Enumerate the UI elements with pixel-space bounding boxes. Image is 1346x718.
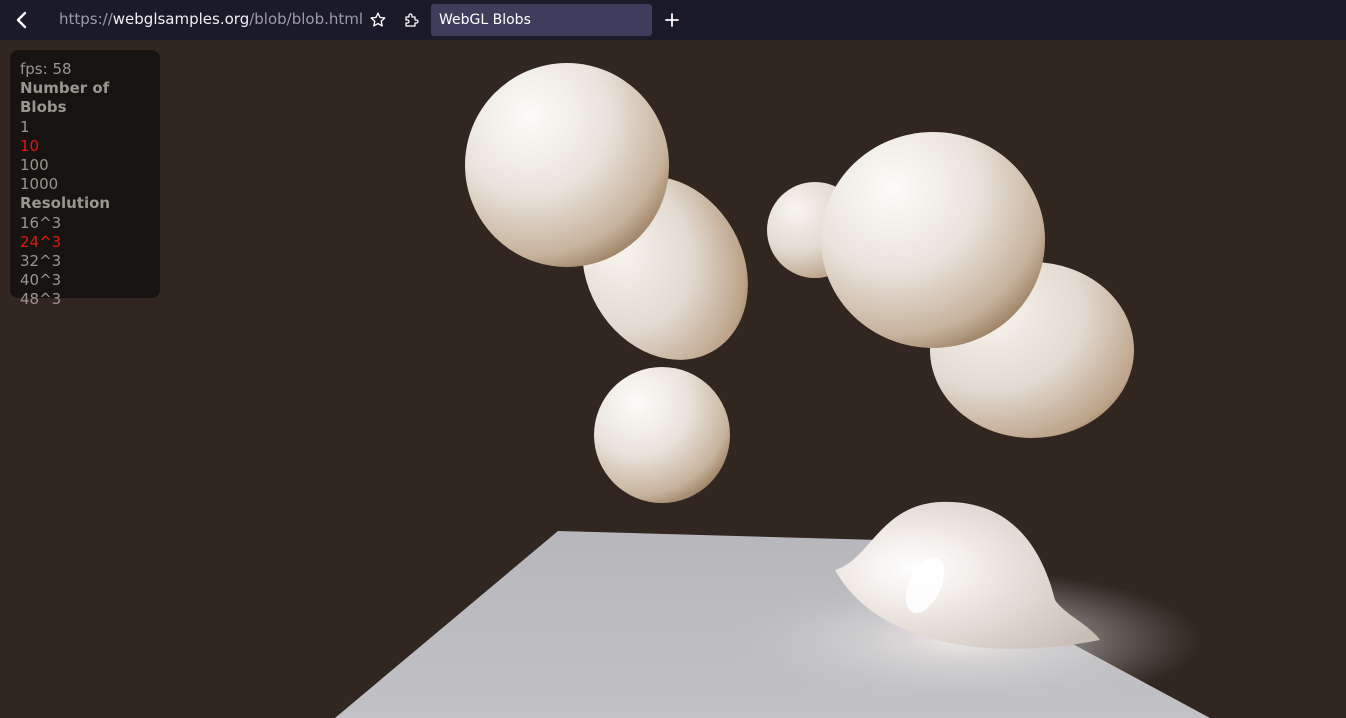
- back-button[interactable]: [10, 6, 34, 34]
- fps-counter: fps: 58: [20, 60, 72, 78]
- resolution-heading: Resolution: [20, 194, 111, 213]
- puzzle-icon: [405, 13, 419, 27]
- blob-top-left: [465, 63, 669, 267]
- browser-toolbar: https://webglsamples.org/blob/blob.html …: [0, 0, 1346, 40]
- scene-render: [335, 63, 1210, 718]
- chevron-left-icon: [16, 11, 27, 29]
- tab-webgl-blobs[interactable]: WebGL Blobs: [431, 4, 652, 36]
- resolution-option-48[interactable]: 48^3: [20, 290, 160, 309]
- address-bar[interactable]: https://webglsamples.org/blob/blob.html: [59, 10, 363, 28]
- extensions-button[interactable]: [402, 9, 422, 31]
- blobs-heading: Number of Blobs: [20, 79, 110, 117]
- url-host: webglsamples.org: [112, 10, 250, 28]
- plus-icon: [665, 13, 679, 27]
- bookmark-button[interactable]: [368, 9, 388, 31]
- resolution-option-40[interactable]: 40^3: [20, 271, 160, 290]
- resolution-option-16[interactable]: 16^3: [20, 214, 160, 233]
- star-icon: [370, 12, 386, 27]
- webgl-canvas[interactable]: [0, 40, 1346, 718]
- new-tab-button[interactable]: [661, 9, 683, 31]
- url-scheme: https://: [59, 10, 113, 28]
- resolution-option-24[interactable]: 24^3: [20, 233, 160, 252]
- blob-option-1000[interactable]: 1000: [20, 175, 160, 194]
- blob-right-upper: [821, 132, 1045, 348]
- blob-option-10[interactable]: 10: [20, 137, 160, 156]
- blob-middle: [594, 367, 730, 503]
- blob-option-1[interactable]: 1: [20, 118, 160, 137]
- tab-title: WebGL Blobs: [439, 12, 531, 28]
- blob-option-100[interactable]: 100: [20, 156, 160, 175]
- resolution-option-32[interactable]: 32^3: [20, 252, 160, 271]
- options-panel: fps: 58 Number of Blobs 1 10 100 1000 Re…: [10, 50, 160, 308]
- url-path: /blob/blob.html: [249, 10, 364, 28]
